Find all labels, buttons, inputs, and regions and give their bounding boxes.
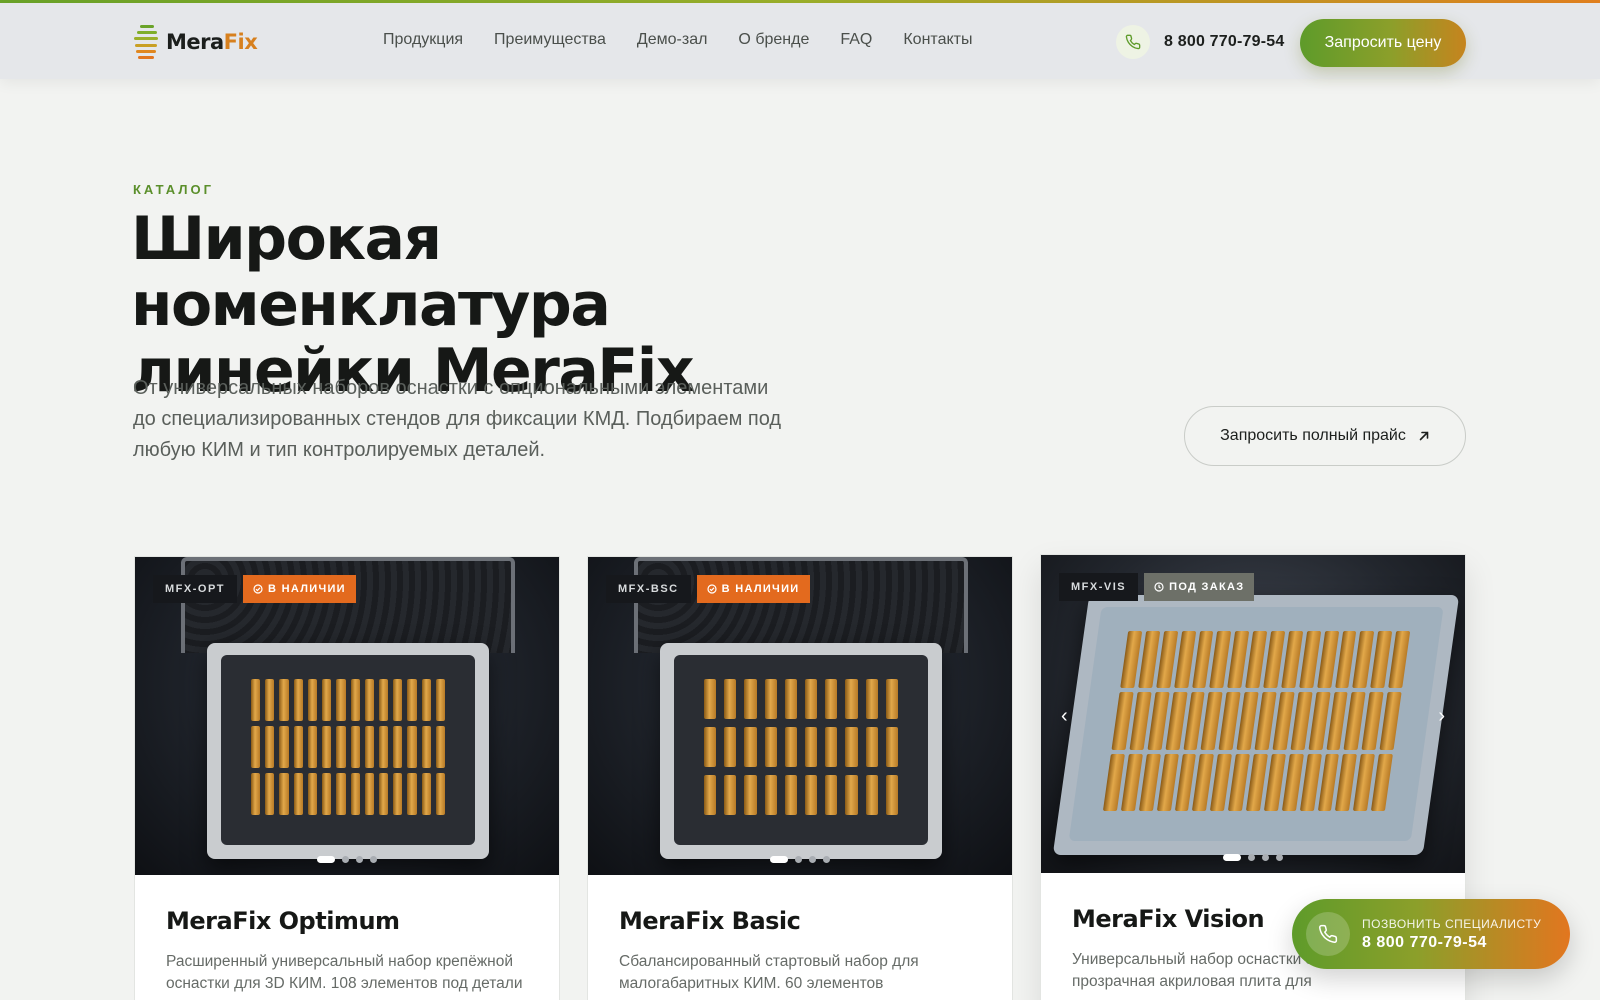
parts-grid <box>251 679 445 815</box>
product-title[interactable]: MeraFix Basic <box>619 907 801 935</box>
status-badge: В НАЛИЧИИ <box>243 575 356 603</box>
carousel-dot[interactable] <box>317 856 335 863</box>
case-body <box>207 643 489 859</box>
call-specialist-text: ПОЗВОНИТЬ СПЕЦИАЛИСТУ 8 800 770-79-54 <box>1362 917 1541 952</box>
badges: MFX-VIS ПОД ЗАКАЗ <box>1059 573 1255 601</box>
product-title[interactable]: MeraFix Vision <box>1072 905 1265 933</box>
site-header: MeraFix Продукция Преимущества Демо-зал … <box>0 3 1600 79</box>
status-label: В НАЛИЧИИ <box>268 583 346 595</box>
carousel-dots <box>588 856 1012 863</box>
logo-text: MeraFix <box>166 30 258 54</box>
main-nav: Продукция Преимущества Демо-зал О бренде… <box>383 31 972 49</box>
carousel-dot[interactable] <box>370 856 377 863</box>
product-image[interactable]: ‹ › MFX-VIS ПОД ЗАКАЗ <box>1041 555 1465 873</box>
product-image[interactable]: MFX-OPT В НАЛИЧИИ <box>135 557 559 875</box>
product-code-badge: MFX-BSC <box>606 575 691 603</box>
nav-item-demo[interactable]: Демо-зал <box>637 31 708 49</box>
status-badge: В НАЛИЧИИ <box>696 575 810 603</box>
badges: MFX-BSC В НАЛИЧИИ <box>606 575 810 603</box>
logo-text-main: Mera <box>166 30 224 54</box>
clock-icon <box>1154 582 1164 592</box>
case-body <box>1052 595 1460 855</box>
check-circle-icon <box>707 584 717 594</box>
case-body <box>660 643 942 859</box>
carousel-prev-icon[interactable]: ‹ <box>1061 705 1068 728</box>
page-title-line1: Широкая номенклатура <box>131 204 611 340</box>
carousel-dot[interactable] <box>1276 854 1283 861</box>
badges: MFX-OPT В НАЛИЧИИ <box>153 575 356 603</box>
carousel-next-icon[interactable]: › <box>1438 705 1445 728</box>
product-card-basic[interactable]: MFX-BSC В НАЛИЧИИ MeraFix Basic Сбаланси… <box>587 556 1013 1000</box>
header-phone[interactable]: 8 800 770-79-54 <box>1116 25 1284 59</box>
carousel-dot[interactable] <box>342 856 349 863</box>
request-full-price-label: Запросить полный прайс <box>1220 427 1406 444</box>
status-badge: ПОД ЗАКАЗ <box>1144 573 1255 601</box>
carousel-dot[interactable] <box>1223 854 1241 861</box>
phone-number: 8 800 770-79-54 <box>1164 33 1285 50</box>
call-specialist-label: ПОЗВОНИТЬ СПЕЦИАЛИСТУ <box>1362 916 1542 931</box>
status-label: В НАЛИЧИИ <box>721 583 800 595</box>
nav-item-faq[interactable]: FAQ <box>840 31 872 49</box>
status-label: ПОД ЗАКАЗ <box>1169 581 1245 593</box>
check-circle-icon <box>253 584 263 594</box>
nav-item-contacts[interactable]: Контакты <box>903 31 972 49</box>
carousel-dot[interactable] <box>795 856 802 863</box>
lead-text: От универсальных наборов оснастки с опци… <box>133 377 782 461</box>
logo-mark-icon <box>134 25 158 59</box>
parts-grid <box>1102 631 1411 811</box>
carousel-dot[interactable] <box>823 856 830 863</box>
phone-icon <box>1306 912 1350 956</box>
nav-item-products[interactable]: Продукция <box>383 31 463 49</box>
product-code-badge: MFX-VIS <box>1059 573 1139 601</box>
carousel-dot[interactable] <box>809 856 816 863</box>
product-title[interactable]: MeraFix Optimum <box>166 907 400 935</box>
case-lid <box>181 557 515 653</box>
carousel-dots <box>135 856 559 863</box>
carousel-dots <box>1041 854 1465 861</box>
call-specialist-button[interactable]: ПОЗВОНИТЬ СПЕЦИАЛИСТУ 8 800 770-79-54 <box>1292 899 1570 969</box>
parts-grid <box>704 679 898 815</box>
arrow-up-right-icon <box>1419 431 1429 441</box>
nav-item-about[interactable]: О бренде <box>738 31 809 49</box>
logo[interactable]: MeraFix <box>134 24 258 60</box>
logo-text-accent: Fix <box>223 30 258 54</box>
phone-icon <box>1116 25 1150 59</box>
case-lid <box>634 557 968 653</box>
request-price-button[interactable]: Запросить цену <box>1300 19 1466 67</box>
product-description: Расширенный универсальный набор крепёжно… <box>166 953 523 992</box>
carousel-dot[interactable] <box>1248 854 1255 861</box>
call-specialist-phone: 8 800 770-79-54 <box>1362 933 1487 951</box>
carousel-dot[interactable] <box>356 856 363 863</box>
product-image[interactable]: MFX-BSC В НАЛИЧИИ <box>588 557 1012 875</box>
product-code-badge: MFX-OPT <box>153 575 237 603</box>
carousel-dot[interactable] <box>1262 854 1269 861</box>
section-eyebrow: КАТАЛОГ <box>133 182 214 197</box>
nav-item-advantages[interactable]: Преимущества <box>494 31 606 49</box>
product-card-optimum[interactable]: MFX-OPT В НАЛИЧИИ MeraFix Optimum Расшир… <box>134 556 560 1000</box>
product-description: Сбалансированный стартовый набор для мал… <box>619 953 919 992</box>
carousel-dot[interactable] <box>770 856 788 863</box>
request-full-price-button[interactable]: Запросить полный прайс <box>1184 406 1466 466</box>
